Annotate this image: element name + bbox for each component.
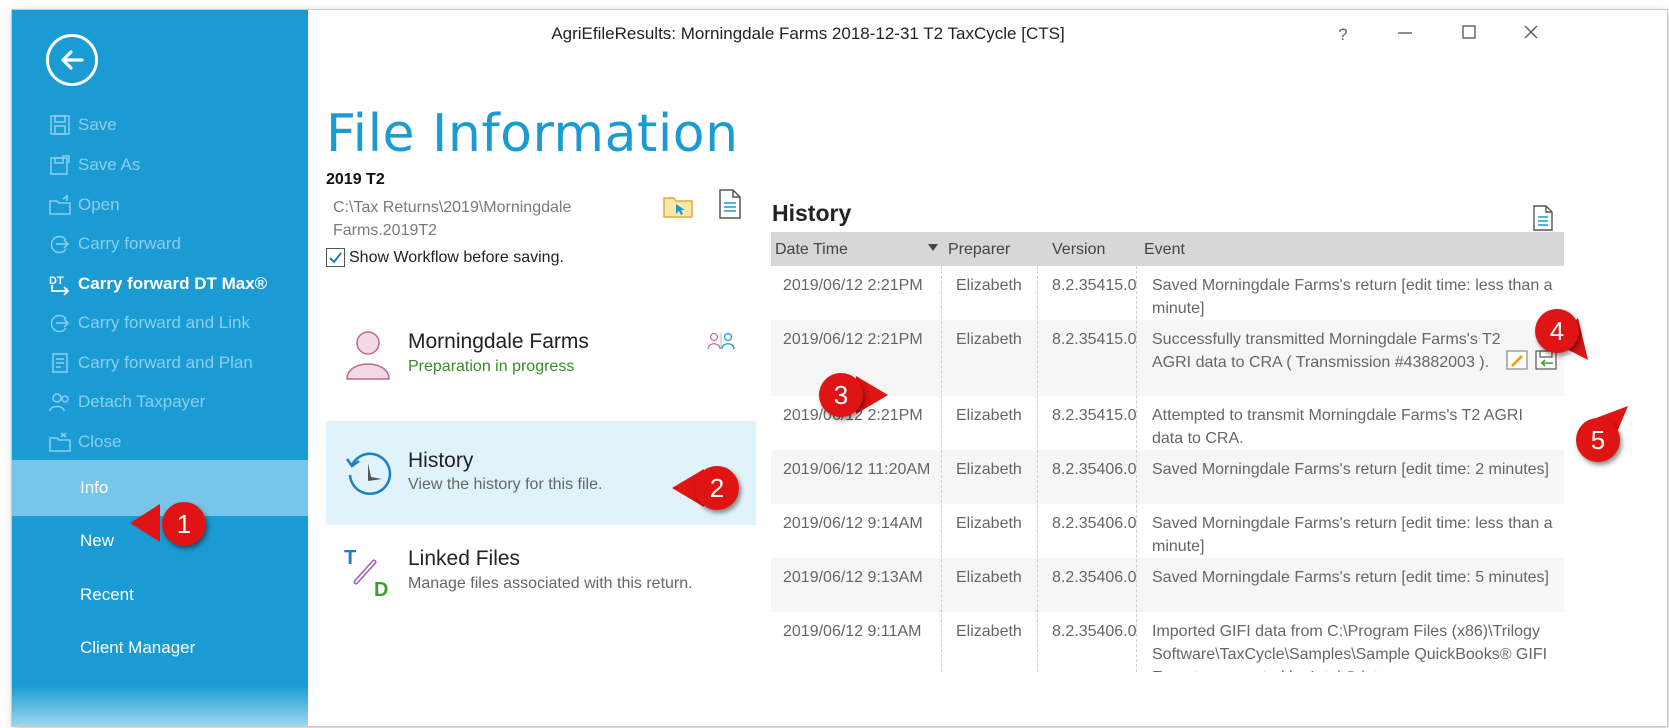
callout-1-pointer [130,504,160,542]
callout-2: 2 [695,466,739,510]
annotation-layer [130,318,1628,542]
callout-1: 1 [162,502,206,546]
callout-5: 5 [1576,418,1620,462]
callout-3: 3 [819,373,863,417]
callout-4: 4 [1535,309,1579,353]
